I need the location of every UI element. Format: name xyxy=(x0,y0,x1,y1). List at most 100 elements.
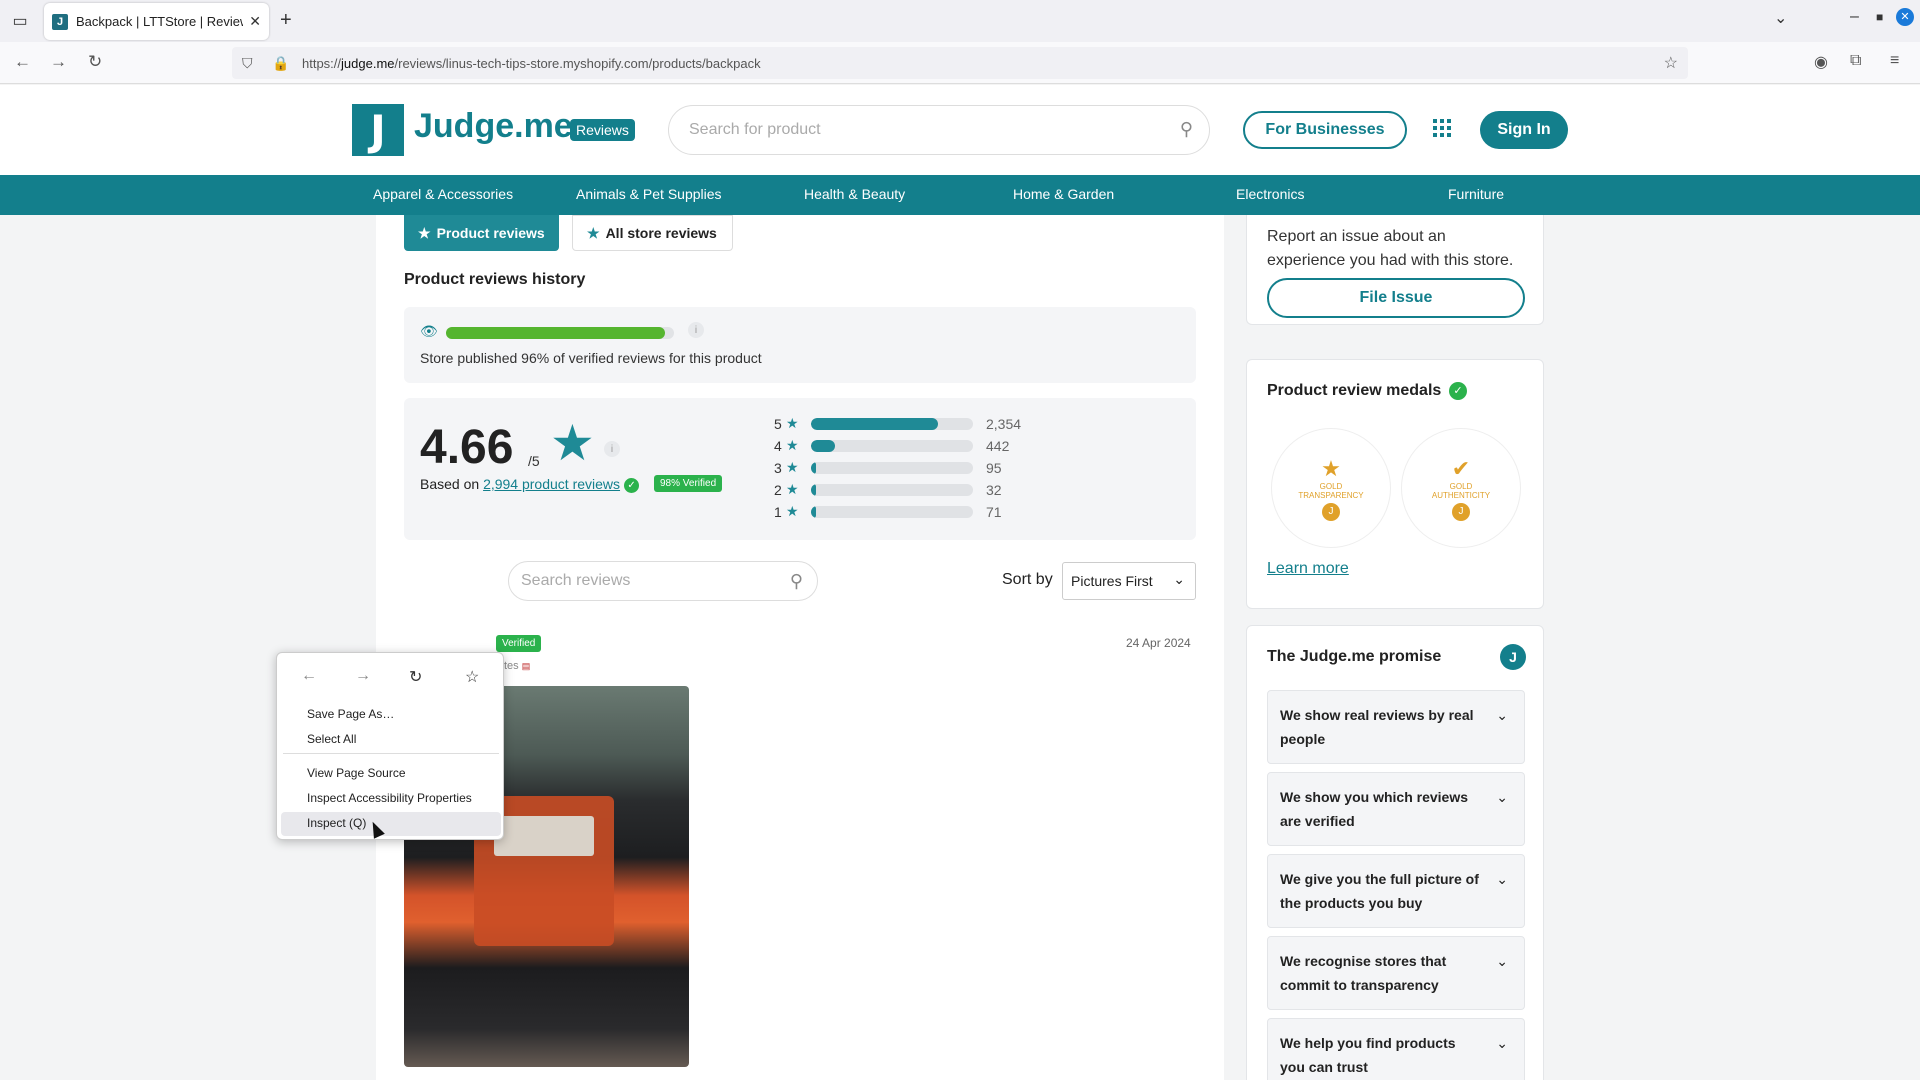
big-star-icon: ★ xyxy=(550,415,595,471)
review-search-input[interactable]: Search reviews ⚲ xyxy=(508,561,818,601)
ctx-back-icon[interactable]: ← xyxy=(301,667,317,685)
extensions-icon[interactable]: ⧉ xyxy=(1850,52,1861,70)
tab-list-icon[interactable]: ▭ xyxy=(0,0,40,42)
minimize-icon[interactable]: – xyxy=(1850,8,1859,26)
browser-tab[interactable]: J Backpack | LTTStore | Review ✕ xyxy=(44,3,269,40)
star-count: 32 xyxy=(986,482,1002,498)
menu-item-save-page[interactable]: Save Page As… xyxy=(307,707,394,721)
category-link[interactable]: Home & Garden xyxy=(1013,186,1114,202)
search-icon[interactable]: ⚲ xyxy=(1180,119,1193,140)
forward-icon[interactable]: → xyxy=(50,52,67,72)
for-businesses-button[interactable]: For Businesses xyxy=(1243,111,1407,149)
star-icon: ★ xyxy=(786,459,799,475)
chevron-down-icon: ⌄ xyxy=(1496,707,1508,723)
star-count: 71 xyxy=(986,504,1002,520)
chevron-down-icon: ⌄ xyxy=(1496,953,1508,969)
menu-icon[interactable]: ≡ xyxy=(1890,52,1899,70)
product-reviews-link[interactable]: 2,994 product reviews xyxy=(483,476,620,492)
star-icon: ★ xyxy=(786,481,799,497)
reload-icon[interactable]: ↻ xyxy=(88,52,102,72)
close-window-icon[interactable]: ✕ xyxy=(1896,8,1914,26)
histogram-bar xyxy=(811,506,973,518)
apps-grid-icon[interactable] xyxy=(1433,119,1451,137)
page-content: J Judge.me Reviews Search for product ⚲ … xyxy=(0,85,1920,1080)
star-icon: ★ xyxy=(786,503,799,519)
judgeme-j-icon: J xyxy=(1500,644,1526,670)
judgeme-logo[interactable]: J xyxy=(352,104,404,156)
us-flag-icon: ▤ xyxy=(521,661,531,671)
gold-authenticity-medal[interactable]: ✔ GOLD AUTHENTICITY J xyxy=(1401,428,1521,548)
menu-item-inspect[interactable]: Inspect (Q) xyxy=(307,816,366,830)
info-icon[interactable]: i xyxy=(604,441,620,457)
histogram-row[interactable]: 1 ★ 71 xyxy=(774,502,1024,524)
published-text: Store published 96% of verified reviews … xyxy=(420,350,762,366)
report-text: Report an issue about an experience you … xyxy=(1267,228,1514,269)
histogram-row[interactable]: 3 ★ 95 xyxy=(774,458,1024,480)
url-text: https://judge.me/reviews/linus-tech-tips… xyxy=(302,55,761,71)
tab-overflow-chevron-icon[interactable]: ⌄ xyxy=(1774,8,1787,28)
chevron-down-icon: ⌄ xyxy=(1173,571,1185,587)
histogram-bar xyxy=(811,484,973,496)
promise-accordion[interactable]: We recognise stores that commit to trans… xyxy=(1267,936,1525,1010)
site-header: J Judge.me Reviews Search for product ⚲ … xyxy=(0,85,1920,175)
close-tab-icon[interactable]: ✕ xyxy=(249,13,261,30)
ctx-reload-icon[interactable]: ↻ xyxy=(409,667,422,687)
learn-more-link[interactable]: Learn more xyxy=(1267,560,1349,578)
histogram-row[interactable]: 4 ★ 442 xyxy=(774,436,1024,458)
ctx-forward-icon[interactable]: → xyxy=(355,667,371,685)
category-link[interactable]: Apparel & Accessories xyxy=(373,186,513,202)
menu-item-view-source[interactable]: View Page Source xyxy=(307,766,406,780)
category-link[interactable]: Animals & Pet Supplies xyxy=(576,186,722,202)
tab-all-store-reviews[interactable]: ★ All store reviews xyxy=(572,215,733,251)
star-count: 442 xyxy=(986,438,1010,454)
ctx-bookmark-icon[interactable]: ☆ xyxy=(465,667,479,687)
menu-item-inspect-accessibility[interactable]: Inspect Accessibility Properties xyxy=(307,791,472,805)
menu-item-select-all[interactable]: Select All xyxy=(307,732,356,746)
tab-label: All store reviews xyxy=(605,225,717,241)
new-tab-icon[interactable]: + xyxy=(280,9,292,32)
histogram-fill xyxy=(811,418,939,430)
based-on-text: Based on 2,994 product reviews ✓ xyxy=(420,476,640,493)
file-issue-button[interactable]: File Issue xyxy=(1267,278,1525,318)
histogram-row[interactable]: 5 ★ 2,354 xyxy=(774,414,1024,436)
promise-title: The Judge.me promise xyxy=(1267,648,1442,665)
search-icon[interactable]: ⚲ xyxy=(790,571,803,592)
published-box: 👁 i Store published 96% of verified revi… xyxy=(404,307,1196,383)
promise-accordion[interactable]: We show you which reviews are verified ⌄ xyxy=(1267,772,1525,846)
promise-accordion[interactable]: We show real reviews by real people ⌄ xyxy=(1267,690,1525,764)
tab-title: Backpack | LTTStore | Review xyxy=(76,14,244,29)
url-bar[interactable]: ⛉ 🔒 https://judge.me/reviews/linus-tech-… xyxy=(232,47,1688,79)
backpack-pocket xyxy=(494,816,594,856)
product-search-input[interactable]: Search for product ⚲ xyxy=(668,105,1210,155)
browser-nav-bar: ← → ↻ ⛉ 🔒 https://judge.me/reviews/linus… xyxy=(0,42,1920,84)
promise-text: We show you which reviews are verified xyxy=(1280,789,1469,829)
browser-tab-bar: ▭ J Backpack | LTTStore | Review ✕ + ⌄ –… xyxy=(0,0,1920,42)
histogram-row[interactable]: 2 ★ 32 xyxy=(774,480,1024,502)
category-link[interactable]: Health & Beauty xyxy=(804,186,905,202)
back-icon[interactable]: ← xyxy=(14,52,31,72)
account-icon[interactable]: ◉ xyxy=(1814,52,1828,72)
info-icon[interactable]: i xyxy=(688,322,704,338)
gold-transparency-medal[interactable]: ★ GOLD TRANSPARENCY J xyxy=(1271,428,1391,548)
review-date: 24 Apr 2024 xyxy=(1126,636,1191,650)
category-link[interactable]: Furniture xyxy=(1448,186,1504,202)
promise-text: We help you find products you can trust xyxy=(1280,1035,1456,1075)
maximize-icon[interactable]: ■ xyxy=(1876,10,1883,24)
promise-accordion[interactable]: We help you find products you can trust ⌄ xyxy=(1267,1018,1525,1080)
bookmark-star-icon[interactable]: ☆ xyxy=(1664,53,1678,73)
promise-text: We show real reviews by real people xyxy=(1280,707,1474,747)
sort-select[interactable]: Pictures First ⌄ xyxy=(1062,562,1196,600)
star-level: 5 xyxy=(774,416,782,432)
medal-label: GOLD xyxy=(1449,481,1473,491)
histogram-bar xyxy=(811,440,973,452)
promise-text: We recognise stores that commit to trans… xyxy=(1280,953,1447,993)
medal-label: TRANSPARENCY xyxy=(1298,490,1364,500)
category-link[interactable]: Electronics xyxy=(1236,186,1304,202)
promise-accordion[interactable]: We give you the full picture of the prod… xyxy=(1267,854,1525,928)
logo-text[interactable]: Judge.me xyxy=(414,107,573,146)
eye-icon: 👁 xyxy=(420,323,438,339)
chevron-down-icon: ⌄ xyxy=(1496,789,1508,805)
chevron-down-icon: ⌄ xyxy=(1496,1035,1508,1051)
tab-product-reviews[interactable]: ★ Product reviews xyxy=(404,215,559,251)
sign-in-button[interactable]: Sign In xyxy=(1480,111,1568,149)
